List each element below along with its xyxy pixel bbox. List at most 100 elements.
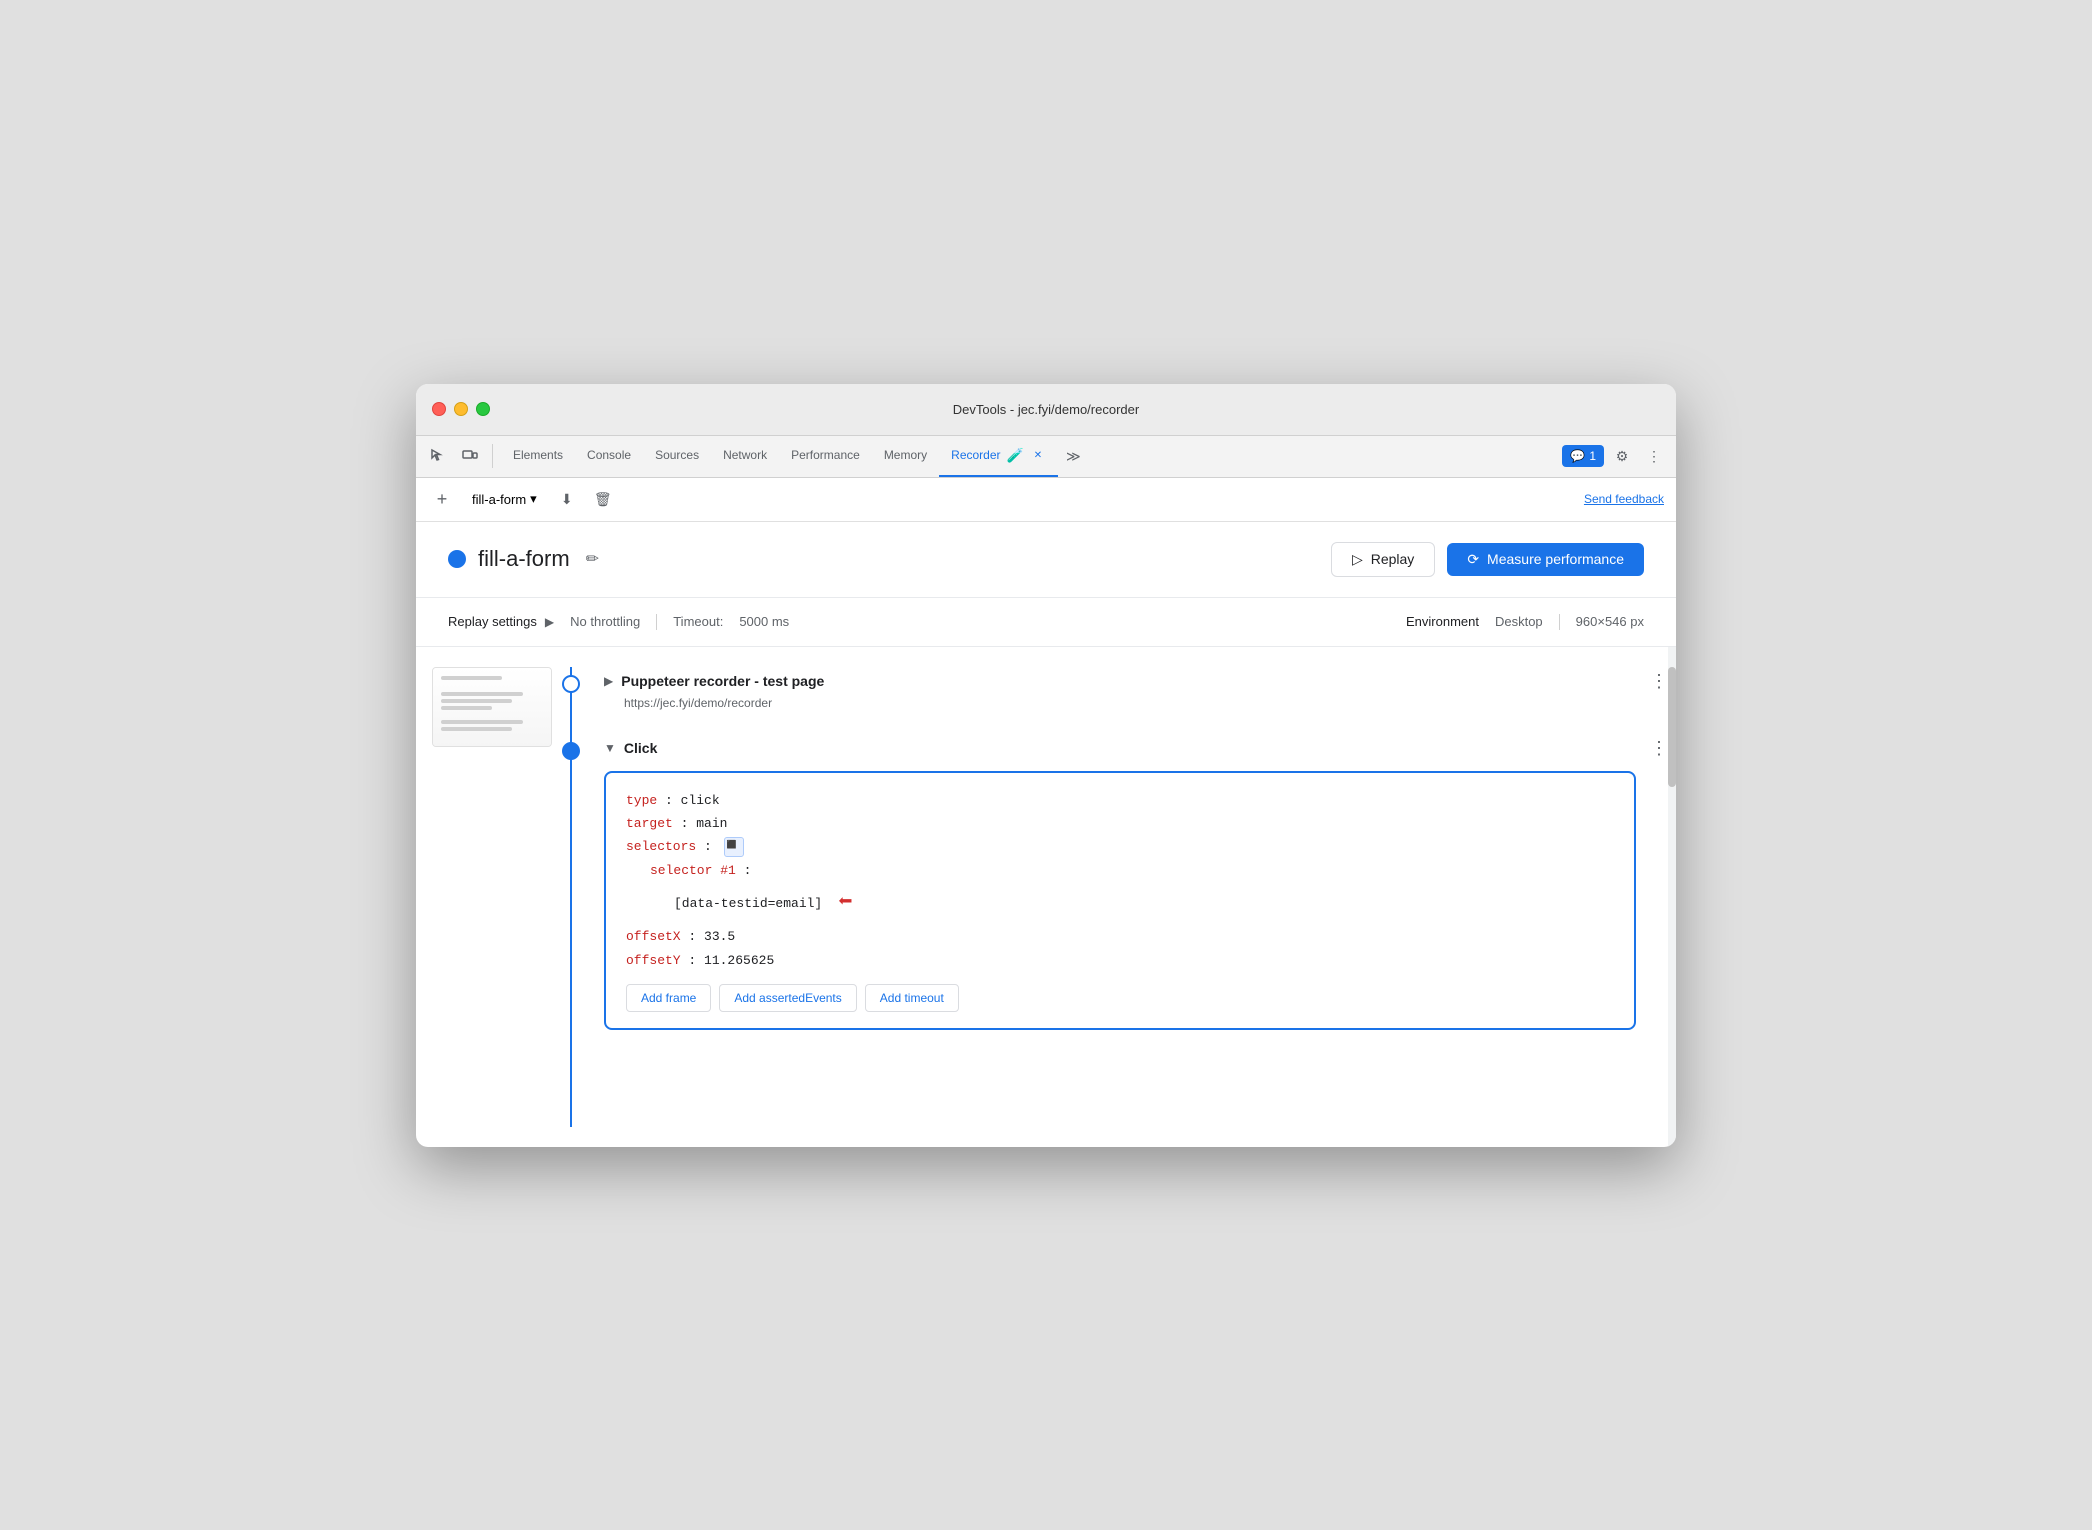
tab-recorder[interactable]: Recorder 🧪 ✕ [939, 436, 1058, 477]
timeout-value: 5000 ms [739, 614, 789, 629]
code-offsetx-colon: : [688, 929, 704, 944]
tab-list: Elements Console Sources Network Perform… [501, 436, 1089, 477]
replay-settings-section: Replay settings ▶ [448, 614, 554, 629]
scrollbar-thumb[interactable] [1668, 667, 1676, 787]
click-action-buttons: Add frame Add assertedEvents Add timeout [626, 984, 1614, 1012]
thumb-line [441, 727, 512, 731]
code-type-line: type : click [626, 789, 1614, 812]
step-title-click: Click [624, 740, 657, 756]
tab-sources[interactable]: Sources [643, 436, 711, 477]
code-target-colon: : [681, 816, 697, 831]
step-click: ▼ Click ⋮ type : click target : main [556, 734, 1676, 1031]
tab-close-icon[interactable]: ✕ [1030, 447, 1046, 463]
toolbar-right: 💬 1 ⚙ ⋮ [1562, 442, 1668, 470]
close-button[interactable] [432, 402, 446, 416]
thumbnail-area [416, 667, 556, 1127]
step-header-navigate: ▶ Puppeteer recorder - test page ⋮ [604, 667, 1676, 696]
maximize-button[interactable] [476, 402, 490, 416]
replay-button[interactable]: ▷ Replay [1331, 542, 1435, 577]
code-target-key: target [626, 816, 673, 831]
toolbar-divider [492, 444, 493, 468]
title-bar: DevTools - jec.fyi/demo/recorder [416, 384, 1676, 436]
play-icon: ▷ [1352, 551, 1363, 568]
thumb-line [441, 676, 502, 680]
code-offsetx-value: 33.5 [704, 929, 735, 944]
more-tabs-icon[interactable]: ≫ [1058, 436, 1089, 477]
download-recording-icon[interactable]: ⬇ [553, 485, 581, 513]
code-offsety-colon: : [688, 953, 704, 968]
code-type-colon: : [665, 793, 681, 808]
add-recording-button[interactable]: + [428, 485, 456, 513]
delete-recording-icon[interactable]: 🗑 [589, 485, 617, 513]
page-thumbnail [432, 667, 552, 747]
replay-settings-expand-icon[interactable]: ▶ [545, 615, 554, 629]
recording-name-heading: fill-a-form [478, 546, 570, 572]
thumb-line [441, 692, 523, 696]
send-feedback-link[interactable]: Send feedback [1584, 492, 1664, 506]
environment-label: Environment [1406, 614, 1479, 629]
recording-header: fill-a-form ✏ ▷ Replay ⟳ Measure perform… [416, 522, 1676, 598]
thumb-line [441, 706, 492, 710]
tab-performance[interactable]: Performance [779, 436, 872, 477]
step-dot-navigate [562, 675, 580, 693]
code-offsetx-key: offsetX [626, 929, 681, 944]
tab-elements[interactable]: Elements [501, 436, 575, 477]
step-dot-click [562, 742, 580, 760]
dropdown-icon: ▾ [530, 491, 537, 507]
notification-count: 1 [1589, 449, 1596, 463]
devtools-window: DevTools - jec.fyi/demo/recorder Element… [416, 384, 1676, 1147]
code-offsety-line: offsetY : 11.265625 [626, 949, 1614, 972]
more-options-icon[interactable]: ⋮ [1640, 442, 1668, 470]
recording-selector[interactable]: fill-a-form ▾ [464, 487, 545, 511]
scrollbar-track [1668, 647, 1676, 1147]
settings-left: Replay settings ▶ No throttling Timeout:… [448, 614, 789, 630]
step-navigate: ▶ Puppeteer recorder - test page ⋮ https… [556, 667, 1676, 710]
measure-performance-button[interactable]: ⟳ Measure performance [1447, 543, 1644, 576]
code-selector1-key: selector #1 [650, 863, 736, 878]
tab-network[interactable]: Network [711, 436, 779, 477]
replay-settings-label[interactable]: Replay settings [448, 614, 537, 629]
step-title-navigate: Puppeteer recorder - test page [621, 673, 824, 689]
recorder-toolbar: + fill-a-form ▾ ⬇ 🗑 Send feedback [416, 478, 1676, 522]
selector-icon[interactable] [724, 837, 744, 857]
window-title: DevTools - jec.fyi/demo/recorder [953, 402, 1139, 417]
edit-recording-name-icon[interactable]: ✏ [582, 545, 603, 573]
settings-bar: Replay settings ▶ No throttling Timeout:… [416, 598, 1676, 647]
code-target-line: target : main [626, 812, 1614, 835]
code-selectors-colon: : [704, 839, 712, 854]
settings-icon[interactable]: ⚙ [1608, 442, 1636, 470]
code-selectors-key: selectors [626, 839, 696, 854]
step-toggle-click[interactable]: ▼ [604, 741, 616, 755]
settings-right: Environment Desktop 960×546 px [1406, 614, 1644, 630]
code-selector1-value-line: [data-testid=email] ⬅ [626, 882, 1614, 925]
devtools-tab-bar: Elements Console Sources Network Perform… [416, 436, 1676, 478]
recorder-tab-label: Recorder [951, 448, 1000, 462]
env-divider [1559, 614, 1560, 630]
code-selector1-colon: : [744, 863, 752, 878]
minimize-button[interactable] [454, 402, 468, 416]
code-type-key: type [626, 793, 657, 808]
add-timeout-button[interactable]: Add timeout [865, 984, 959, 1012]
tab-console[interactable]: Console [575, 436, 643, 477]
recorder-tab-icon: 🧪 [1007, 447, 1024, 464]
code-target-value: main [696, 816, 727, 831]
replay-label: Replay [1371, 551, 1415, 567]
notification-button[interactable]: 💬 1 [1562, 445, 1604, 467]
header-action-buttons: ▷ Replay ⟳ Measure performance [1331, 542, 1644, 577]
code-offsety-key: offsetY [626, 953, 681, 968]
recording-name-label: fill-a-form [472, 492, 526, 507]
inspect-element-icon[interactable] [424, 442, 452, 470]
add-frame-button[interactable]: Add frame [626, 984, 711, 1012]
recording-status-dot [448, 550, 466, 568]
throttling-value: No throttling [570, 614, 640, 629]
recording-title: fill-a-form ✏ [448, 545, 603, 573]
code-offsetx-line: offsetX : 33.5 [626, 925, 1614, 948]
device-toggle-icon[interactable] [456, 442, 484, 470]
timeout-label: Timeout: [673, 614, 723, 629]
arrow-indicator-icon: ⬅ [838, 882, 852, 925]
add-asserted-events-button[interactable]: Add assertedEvents [719, 984, 856, 1012]
steps-area: ▶ Puppeteer recorder - test page ⋮ https… [416, 647, 1676, 1147]
chat-icon: 💬 [1570, 449, 1585, 463]
tab-memory[interactable]: Memory [872, 436, 939, 477]
step-toggle-navigate[interactable]: ▶ [604, 674, 613, 688]
